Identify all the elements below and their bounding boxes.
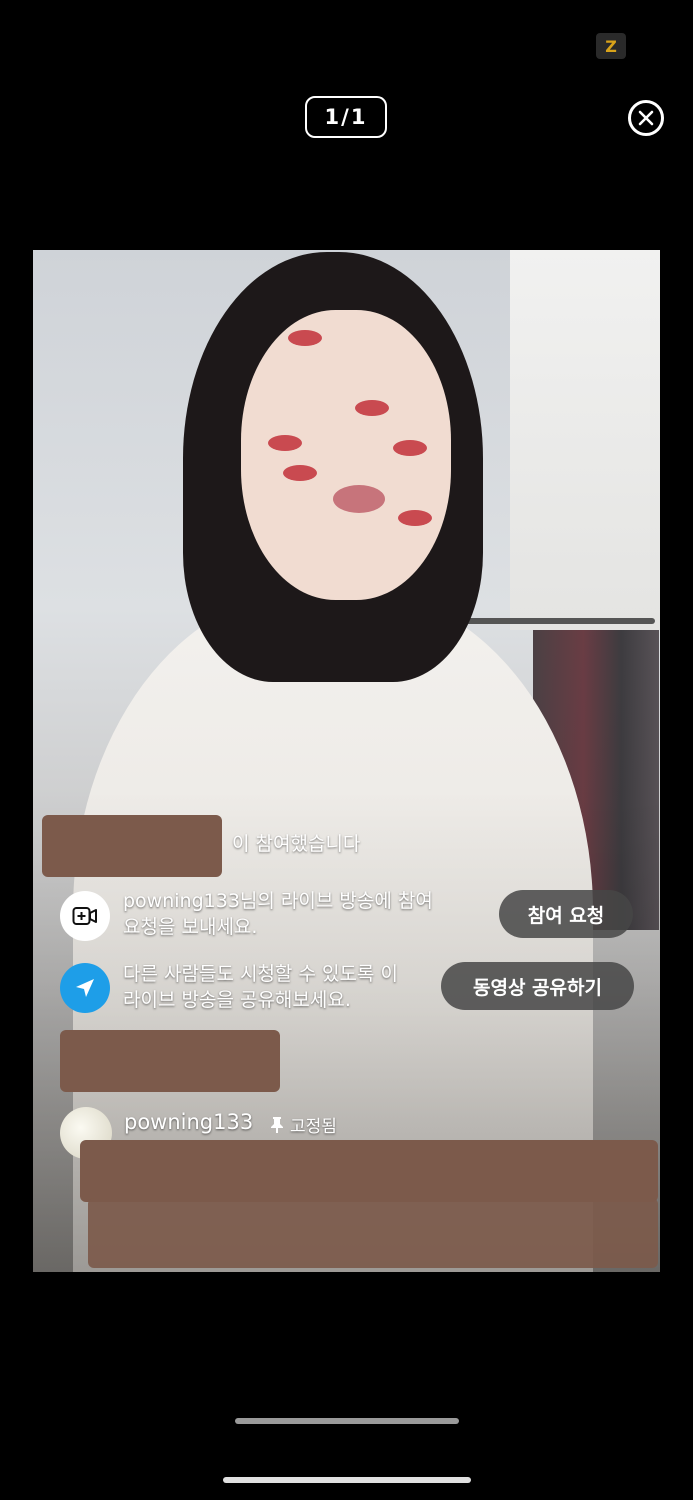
kiss-sticker: [283, 465, 317, 481]
redacted-comment: [60, 1030, 280, 1092]
share-video-button[interactable]: 동영상 공유하기: [441, 962, 634, 1010]
redacted-comment-body: [88, 1198, 658, 1268]
kiss-sticker: [268, 435, 302, 451]
home-indicator: [223, 1477, 471, 1483]
clothing-rack: [443, 618, 655, 624]
share-message-line2: 라이브 방송을 공유해보세요.: [123, 989, 351, 1011]
pinned-label: 고정됨: [290, 1117, 337, 1137]
scrub-bar[interactable]: [235, 1418, 459, 1424]
watermark-logo-icon: Z: [596, 33, 626, 59]
kiss-sticker: [355, 400, 389, 416]
redacted-username: [42, 815, 222, 877]
share-icon-circle: [60, 963, 110, 1013]
kiss-sticker: [398, 510, 432, 526]
pinned-badge: 고정됨: [270, 1112, 337, 1137]
request-icon-circle: [60, 891, 110, 941]
kiss-sticker: [288, 330, 322, 346]
kiss-sticker: [393, 440, 427, 456]
video-add-icon: [72, 907, 97, 925]
background-wall: [510, 250, 660, 630]
request-message: powning133님의 라이브 방송에 참여 요청을 보내세요.: [123, 888, 433, 940]
request-message-line1: powning133님의 라이브 방송에 참여: [123, 890, 433, 912]
pin-icon: [271, 1116, 283, 1133]
join-request-button[interactable]: 참여 요청: [499, 890, 633, 938]
send-icon: [76, 979, 94, 997]
joined-message: 이 참여했습니다: [232, 833, 361, 855]
redacted-comment-body: [80, 1140, 658, 1202]
request-message-line2: 요청을 보내세요.: [123, 916, 258, 938]
close-button[interactable]: [628, 100, 664, 136]
logo-text: Z: [605, 36, 617, 56]
person-face: [241, 310, 451, 600]
share-message-line1: 다른 사람들도 시청할 수 있도록 이: [123, 963, 398, 985]
person-lips: [333, 485, 385, 513]
page-counter: 1/1: [305, 96, 387, 138]
share-message: 다른 사람들도 시청할 수 있도록 이 라이브 방송을 공유해보세요.: [123, 961, 398, 1013]
page-counter-text: 1/1: [324, 105, 368, 129]
pinned-comment-username[interactable]: powning133: [124, 1110, 253, 1134]
close-icon: [638, 110, 654, 126]
